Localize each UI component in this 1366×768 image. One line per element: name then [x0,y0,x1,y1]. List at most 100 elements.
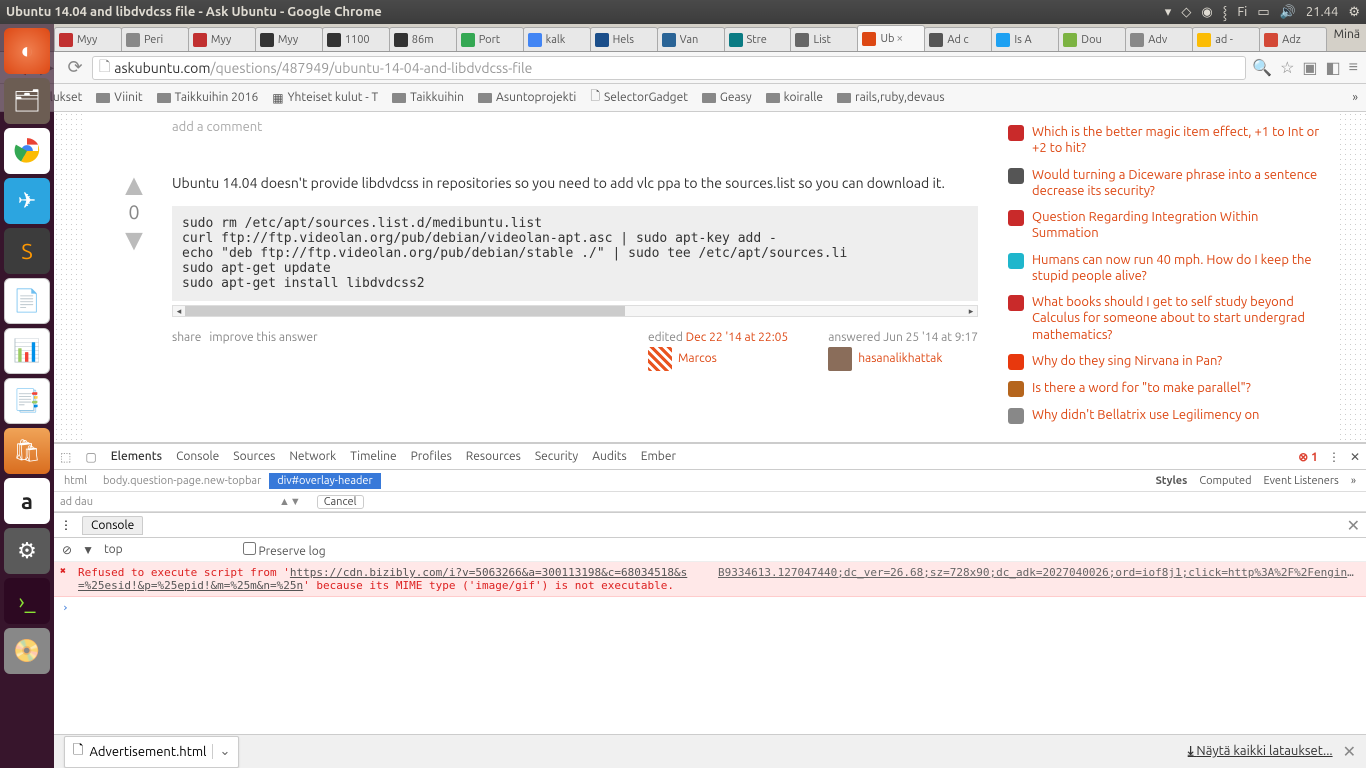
browser-tab[interactable]: Myy [54,27,122,51]
devtools-menu-icon[interactable]: ⋮ [1328,450,1340,464]
preserve-log-checkbox[interactable] [243,542,256,555]
bookmark-item[interactable]: Geasy [702,91,752,104]
context-select[interactable]: top [104,543,123,556]
bookmark-item[interactable]: Taikkuihin [392,91,464,104]
code-scrollbar[interactable]: ◂ ▸ [172,305,978,317]
console-drawer-menu-icon[interactable]: ⋮ [60,518,72,532]
browser-tab[interactable]: Port [456,27,524,51]
browser-tab[interactable]: Stre [724,27,792,51]
telegram-app-icon[interactable]: ✈ [4,178,50,224]
terminal-app-icon[interactable]: ›_ [4,578,50,624]
error-source-link[interactable]: B9334613.127047440;dc_ver=26.68;sz=728x9… [718,566,1358,579]
cast-icon[interactable]: ▣ [1302,58,1317,77]
browser-tab[interactable]: List [790,27,858,51]
downvote-button[interactable]: ▼ [114,229,154,249]
devtools-tab[interactable]: Network [289,446,336,467]
browser-tab[interactable]: Ub× [857,25,925,51]
zoom-icon[interactable]: 🔍 [1252,58,1272,77]
hot-question-link[interactable]: Question Regarding Integration Within Su… [1032,209,1328,242]
devtools-tab[interactable]: Security [535,446,578,467]
browser-tab[interactable]: Van [657,27,725,51]
bookmark-item[interactable]: Asuntoprojekti [478,91,576,104]
tab-close-icon[interactable]: × [896,32,903,45]
bookmark-item[interactable]: koiralle [766,91,823,104]
editor-name[interactable]: Marcos [678,352,717,365]
browser-tab[interactable]: Hels [590,27,658,51]
cancel-button[interactable]: Cancel [317,495,364,509]
scroll-right-icon[interactable]: ▸ [965,306,977,316]
browser-tab[interactable]: ad - [1192,27,1260,51]
browser-tab[interactable]: Is A [991,27,1059,51]
calc-app-icon[interactable]: 📊 [4,328,50,374]
impress-app-icon[interactable]: 📑 [4,378,50,424]
devtools-tab[interactable]: Console [176,446,219,467]
author-avatar[interactable] [828,347,852,371]
browser-tab[interactable]: kalk [523,27,591,51]
add-comment-link[interactable]: add a comment [172,120,978,134]
hot-question-link[interactable]: What books should I get to self study be… [1032,294,1328,343]
download-menu-icon[interactable]: ⌄ [212,744,230,759]
error-counter[interactable]: ⊗ 1 [1298,450,1318,464]
scroll-thumb[interactable] [185,306,625,316]
close-downloads-icon[interactable]: ✕ [1343,742,1356,761]
hot-question-link[interactable]: Why didn't Bellatrix use Legilimency on [1032,407,1259,424]
chrome-profile[interactable]: Minä [1334,28,1360,41]
crumb-item[interactable]: body.question-page.new-topbar [95,473,269,489]
crumb-item-selected[interactable]: div#overlay-header [269,473,380,489]
devtools-tab[interactable]: Sources [233,446,275,467]
address-bar[interactable]: 🗋 askubuntu.com/questions/487949/ubuntu-… [92,56,1246,80]
sublime-app-icon[interactable]: S [4,228,50,274]
battery-icon[interactable]: ▭ [1257,5,1269,20]
files-app-icon[interactable]: 🗂 [4,78,50,124]
browser-tab[interactable]: Adz [1259,27,1327,51]
browser-tab[interactable]: Ad c [924,27,992,51]
hot-question-link[interactable]: Humans can now run 40 mph. How do I keep… [1032,252,1328,285]
devtools-tab[interactable]: Profiles [411,446,452,467]
console-drawer-tab[interactable]: Console [82,516,143,535]
browser-tab[interactable]: Myy [188,27,256,51]
crumb-item[interactable]: html [56,473,95,489]
vlc-icon[interactable]: ▾ [1165,5,1172,20]
addclass-input[interactable]: ad dau [60,496,93,508]
hot-question-link[interactable]: Would turning a Diceware phrase into a s… [1032,167,1328,200]
console-drawer-close-icon[interactable]: ✕ [1347,516,1360,535]
devtools-tab[interactable]: Ember [641,446,676,467]
devtools-tab[interactable]: Audits [592,446,627,467]
reload-button[interactable]: ⟳ [64,57,86,79]
download-chip[interactable]: 🗋 Advertisement.html ⌄ [64,736,239,768]
clear-console-icon[interactable]: ⊘ [62,543,72,557]
computed-tab[interactable]: Computed [1199,475,1251,487]
hot-question-link[interactable]: Is there a word for "to make parallel"? [1032,380,1251,397]
site-info-icon[interactable]: 🗋 [99,56,110,80]
upvote-button[interactable]: ▲ [114,174,154,194]
device-icon[interactable]: ▢ [85,450,96,464]
chrome-app-icon[interactable] [4,128,50,174]
bookmark-item[interactable]: rails,ruby,devaus [837,91,945,104]
browser-tab[interactable]: Adv [1125,27,1193,51]
console-prompt[interactable]: › [54,597,1366,618]
devtools-tab[interactable]: Elements [111,446,162,467]
inspect-icon[interactable]: ⬚ [60,450,71,464]
browser-tab[interactable]: Myy [255,27,323,51]
improve-link[interactable]: improve this answer [209,331,317,371]
browser-tab[interactable]: Dou [1058,27,1126,51]
writer-app-icon[interactable]: 📄 [4,278,50,324]
software-center-icon[interactable]: 🛍 [4,428,50,474]
devtools-tab[interactable]: Resources [466,446,521,467]
devtools-tab[interactable]: Timeline [350,446,396,467]
settings-app-icon[interactable]: ⚙ [4,528,50,574]
chrome-indicator-icon[interactable]: ◉ [1201,5,1212,20]
more-tabs-icon[interactable]: » [1351,475,1356,487]
bookmarks-overflow[interactable]: » [1352,91,1358,104]
chrome-menu-icon[interactable]: ≡ [1349,58,1358,77]
bookmark-item[interactable]: ▦Yhteiset kulut - T [272,91,378,105]
browser-tab[interactable]: Peri [121,27,189,51]
dropbox-icon[interactable]: ◇ [1181,5,1191,20]
hot-question-link[interactable]: Why do they sing Nirvana in Pan? [1032,353,1222,370]
hot-question-link[interactable]: Which is the better magic item effect, +… [1032,124,1328,157]
author-name[interactable]: hasanalikhattak [858,352,942,365]
editor-avatar[interactable] [648,347,672,371]
scroll-left-icon[interactable]: ◂ [173,306,185,316]
extension-icon[interactable]: ◧ [1326,58,1341,77]
amazon-app-icon[interactable]: a [4,478,50,524]
